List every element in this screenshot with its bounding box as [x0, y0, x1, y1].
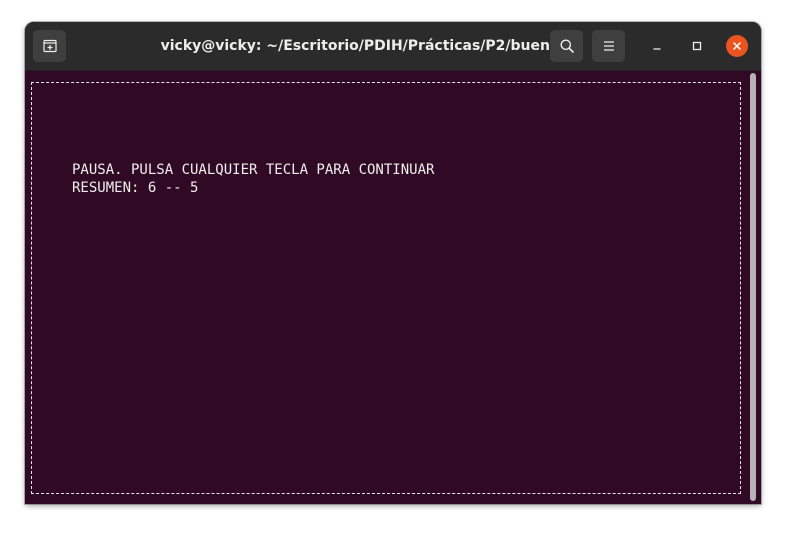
maximize-icon: [692, 41, 702, 51]
scrollbar[interactable]: [749, 73, 757, 501]
terminal-window: vicky@vicky: ~/Escritorio/PDIH/Prácticas…: [25, 22, 761, 504]
menu-button[interactable]: [592, 30, 625, 62]
search-icon: [560, 39, 574, 53]
minimize-button[interactable]: [646, 35, 668, 57]
new-tab-icon: [42, 39, 57, 53]
window-title: vicky@vicky: ~/Escritorio/PDIH/Prácticas…: [160, 38, 560, 54]
terminal-output-line: PAUSA. PULSA CUALQUIER TECLA PARA CONTIN…: [72, 162, 435, 178]
title-bar[interactable]: vicky@vicky: ~/Escritorio/PDIH/Prácticas…: [25, 22, 761, 71]
close-button[interactable]: [726, 35, 748, 57]
hamburger-menu-icon: [603, 41, 614, 51]
new-tab-button[interactable]: [33, 30, 66, 62]
terminal-output-line: RESUMEN: 6 -- 5: [72, 180, 199, 196]
terminal-area[interactable]: PAUSA. PULSA CUALQUIER TECLA PARA CONTIN…: [25, 71, 761, 504]
search-button[interactable]: [550, 30, 583, 62]
scrollbar-thumb[interactable]: [750, 73, 756, 501]
minimize-icon: [653, 48, 661, 50]
maximize-button[interactable]: [686, 35, 708, 57]
dashed-border-frame: [31, 82, 741, 494]
close-icon: [733, 42, 741, 50]
